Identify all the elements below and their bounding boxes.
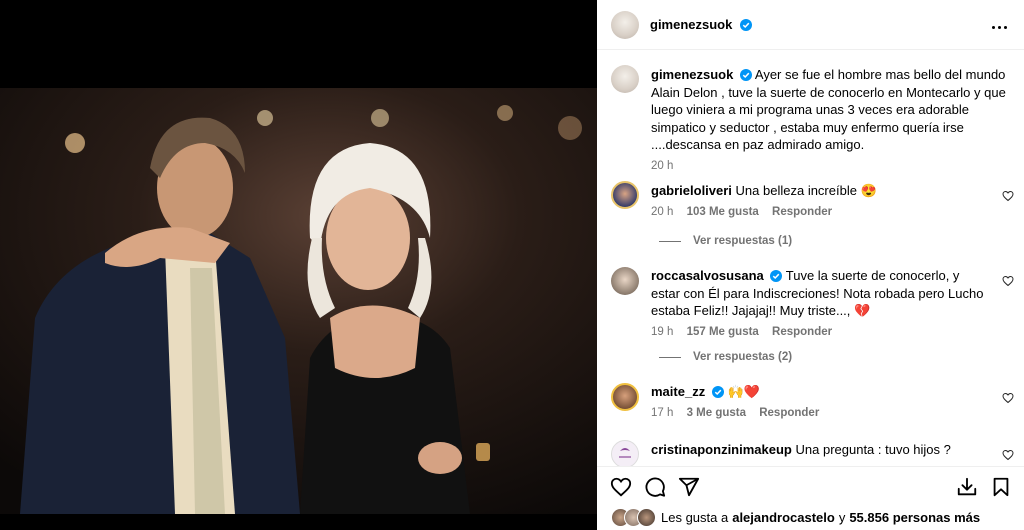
comment-avatar[interactable] — [611, 440, 639, 466]
comment-reply-button[interactable]: Responder — [772, 326, 832, 338]
caption-time[interactable]: 20 h — [651, 160, 673, 172]
comment-username[interactable]: roccasalvosusana — [651, 268, 764, 283]
post-caption: gimenezsuok Ayer se fue el hombre mas be… — [651, 66, 1006, 172]
post-action-bar — [597, 466, 1024, 507]
comment-like-heart-icon[interactable] — [1002, 392, 1014, 404]
instagram-post-view: gimenezsuok gimenezsuok Ayer se fue el h… — [0, 0, 1024, 530]
comment-item: maite_zz 🙌❤️ 17 h 3 Me gusta Responder — [651, 383, 991, 419]
caption-username[interactable]: gimenezsuok — [651, 67, 733, 82]
comment-reply-button[interactable]: Responder — [759, 407, 819, 419]
liker-avatar — [637, 507, 656, 527]
comment-like-heart-icon[interactable] — [1002, 275, 1014, 287]
verified-badge-icon — [770, 270, 783, 282]
comments-scroll-area[interactable]: gimenezsuok Ayer se fue el hombre mas be… — [597, 50, 1024, 466]
comment-item: roccasalvosusana Tuve la suerte de conoc… — [651, 267, 991, 338]
comment-likes[interactable]: 103 Me gusta — [687, 206, 759, 218]
likes-middle: y — [838, 509, 846, 525]
caption-author-avatar[interactable] — [611, 65, 639, 93]
likes-prefix: Les gusta a — [661, 509, 729, 525]
comment-like-heart-icon[interactable] — [1002, 190, 1014, 202]
comment-text: 🙌❤️ — [727, 384, 760, 399]
comment-item: gabrieloliveri Una belleza increíble 😍 2… — [651, 182, 991, 218]
verified-badge-icon — [739, 19, 752, 31]
comment-time[interactable]: 17 h — [651, 407, 673, 419]
comment-likes[interactable]: 3 Me gusta — [687, 407, 746, 419]
comment-username[interactable]: maite_zz — [651, 384, 705, 399]
author-username[interactable]: gimenezsuok — [650, 17, 732, 32]
likes-first-user[interactable]: alejandrocastelo — [732, 510, 835, 525]
post-side-panel: gimenezsuok gimenezsuok Ayer se fue el h… — [597, 0, 1024, 530]
share-icon[interactable] — [678, 476, 700, 498]
comment-username[interactable]: gabrieloliveri — [651, 183, 732, 198]
verified-badge-icon — [711, 386, 724, 398]
post-media — [0, 0, 597, 530]
comment-text: Una pregunta : tuvo hijos ? — [795, 442, 951, 457]
comment-reply-button[interactable]: Responder — [772, 206, 832, 218]
makeup-logo-icon — [619, 448, 631, 458]
comment-text: Una belleza increíble 😍 — [735, 183, 877, 198]
more-options-icon[interactable] — [990, 16, 1010, 32]
comment-avatar[interactable] — [611, 383, 639, 411]
view-replies-button[interactable]: Ver respuestas (2) — [659, 351, 792, 363]
view-replies-button[interactable]: Ver respuestas (1) — [659, 235, 792, 247]
comment-time[interactable]: 19 h — [651, 326, 673, 338]
download-icon[interactable] — [956, 476, 978, 498]
heart-icon[interactable] — [610, 476, 632, 498]
post-header: gimenezsuok — [597, 0, 1024, 50]
comment-avatar[interactable] — [611, 267, 639, 295]
comment-likes[interactable]: 157 Me gusta — [687, 326, 759, 338]
author-avatar[interactable] — [611, 11, 639, 39]
likes-summary: Les gusta a alejandrocastelo y 55.856 pe… — [611, 506, 1021, 528]
comment-icon[interactable] — [644, 476, 666, 498]
bookmark-icon[interactable] — [990, 476, 1012, 498]
comment-username[interactable]: cristinaponzinimakeup — [651, 442, 792, 457]
verified-badge-icon — [739, 69, 752, 81]
comment-avatar[interactable] — [611, 181, 639, 209]
comment-like-heart-icon[interactable] — [1002, 449, 1014, 461]
likes-count[interactable]: 55.856 personas más — [849, 510, 980, 525]
post-photo[interactable] — [0, 88, 597, 514]
comment-time[interactable]: 20 h — [651, 206, 673, 218]
comment-item: cristinaponzinimakeup Una pregunta : tuv… — [651, 441, 991, 459]
